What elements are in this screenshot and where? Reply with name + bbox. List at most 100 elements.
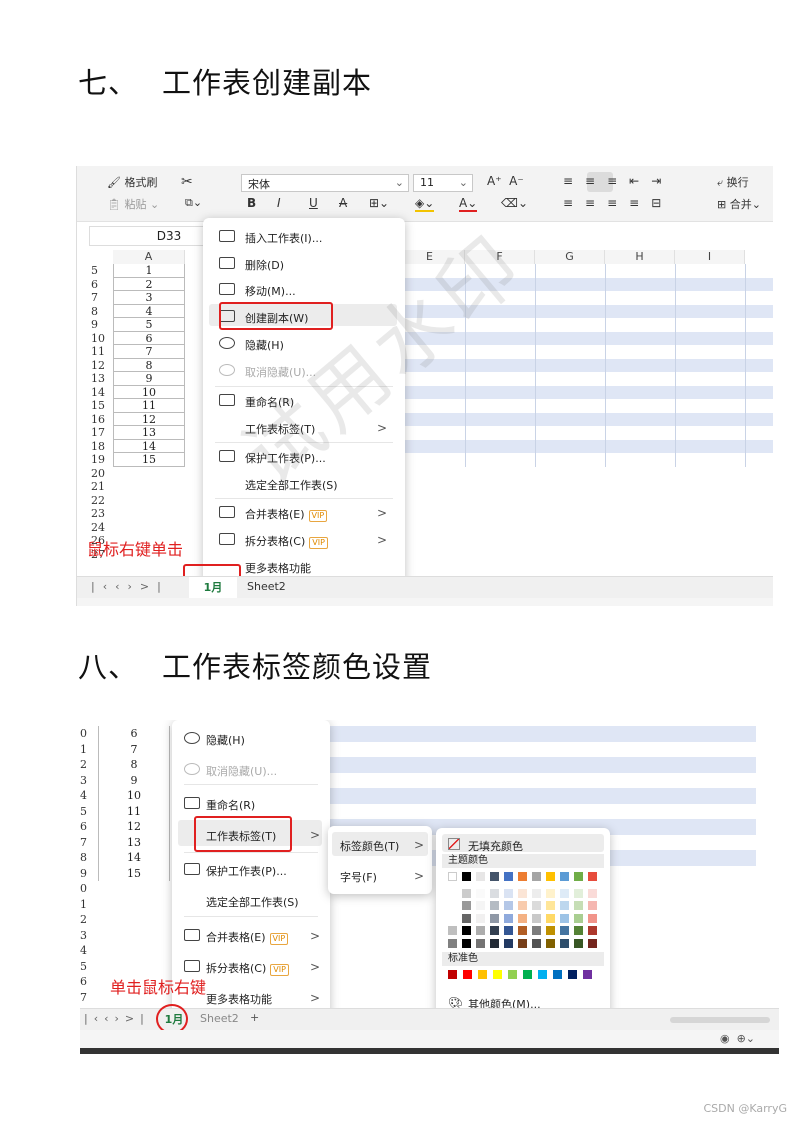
color-swatch[interactable]: [574, 938, 583, 948]
color-swatch[interactable]: [490, 901, 499, 910]
row-header[interactable]: 4: [80, 943, 100, 959]
color-swatch[interactable]: [476, 926, 485, 935]
row-header[interactable]: 15: [77, 399, 113, 413]
row-header[interactable]: 5: [80, 959, 100, 975]
table-cell[interactable]: 7: [113, 345, 185, 359]
color-swatch[interactable]: [490, 926, 499, 935]
color-swatch[interactable]: [532, 888, 541, 898]
row-header[interactable]: 6: [80, 974, 100, 990]
table-cell[interactable]: 15: [98, 865, 170, 881]
color-swatch[interactable]: [518, 938, 527, 948]
row-header[interactable]: 1: [80, 897, 100, 913]
color-swatch[interactable]: [448, 970, 457, 979]
row-header[interactable]: 0: [80, 881, 100, 897]
color-swatch[interactable]: [532, 901, 541, 910]
color-swatch[interactable]: [560, 901, 569, 910]
row-header[interactable]: 7: [77, 291, 113, 305]
row-header[interactable]: 11: [77, 345, 113, 359]
color-swatch[interactable]: [518, 901, 527, 910]
color-swatch[interactable]: [538, 970, 547, 979]
color-swatch[interactable]: [568, 970, 577, 979]
color-swatch[interactable]: [504, 938, 513, 948]
color-swatch[interactable]: [476, 872, 485, 881]
column-header-h[interactable]: H: [605, 250, 675, 264]
font-name-select[interactable]: 宋体 ⌄: [241, 174, 409, 192]
table-cell[interactable]: 15: [113, 453, 185, 467]
row-header[interactable]: 16: [77, 413, 113, 427]
color-swatch[interactable]: [462, 901, 471, 910]
color-swatch[interactable]: [588, 938, 597, 948]
table-cell[interactable]: 14: [98, 850, 170, 866]
copy-icon[interactable]: ⧉⌄: [185, 196, 202, 210]
row-header[interactable]: 1: [80, 742, 100, 758]
table-cell[interactable]: 2: [113, 277, 185, 291]
color-swatch[interactable]: [490, 913, 499, 923]
color-swatch[interactable]: [448, 913, 457, 923]
table-cell[interactable]: 13: [98, 834, 170, 850]
row-header[interactable]: 12: [77, 359, 113, 373]
row-header[interactable]: 24: [77, 521, 113, 535]
color-swatch[interactable]: [553, 970, 562, 979]
color-swatch[interactable]: [448, 872, 457, 881]
color-swatch[interactable]: [532, 913, 541, 923]
table-cell[interactable]: 10: [113, 385, 185, 399]
color-swatch[interactable]: [546, 938, 555, 948]
color-swatch[interactable]: [448, 901, 457, 910]
color-swatch[interactable]: [476, 938, 485, 948]
column-header-e[interactable]: E: [395, 250, 465, 264]
color-swatch[interactable]: [560, 913, 569, 923]
color-swatch[interactable]: [546, 926, 555, 935]
color-swatch[interactable]: [490, 872, 499, 881]
color-swatch[interactable]: [490, 888, 499, 898]
column-header-f[interactable]: F: [465, 250, 535, 264]
strikethrough-button[interactable]: A: [339, 196, 347, 210]
grow-font-icon[interactable]: A⁺ A⁻: [487, 174, 524, 188]
underline-button[interactable]: U: [309, 196, 318, 210]
color-swatch[interactable]: [523, 970, 532, 979]
color-swatch[interactable]: [508, 970, 517, 979]
color-swatch[interactable]: [546, 888, 555, 898]
row-header[interactable]: 4: [80, 788, 100, 804]
row-header[interactable]: 8: [80, 850, 100, 866]
column-header-a[interactable]: A: [113, 250, 185, 264]
color-swatch[interactable]: [518, 913, 527, 923]
color-swatch[interactable]: [588, 926, 597, 935]
vertical-align-icons[interactable]: ≡≡≡⇤⇥: [563, 174, 673, 188]
color-swatch[interactable]: [448, 926, 457, 935]
row-header[interactable]: 17: [77, 426, 113, 440]
color-swatch[interactable]: [560, 938, 569, 948]
color-swatch[interactable]: [448, 888, 457, 898]
table-cell[interactable]: 12: [113, 412, 185, 426]
color-swatch[interactable]: [478, 970, 487, 979]
row-header[interactable]: 14: [77, 386, 113, 400]
color-swatch[interactable]: [574, 901, 583, 910]
color-swatch[interactable]: [462, 872, 471, 881]
table-cell[interactable]: 11: [98, 803, 170, 819]
color-swatch[interactable]: [476, 913, 485, 923]
fill-color-icon[interactable]: ◈⌄: [415, 196, 435, 212]
add-sheet-button[interactable]: +: [250, 1011, 259, 1024]
paste-button[interactable]: 📋︎ 粘贴 ⌄: [107, 196, 159, 212]
table-cell[interactable]: 3: [113, 291, 185, 305]
color-swatch[interactable]: [493, 970, 502, 979]
color-swatch[interactable]: [476, 901, 485, 910]
table-cell[interactable]: 6: [113, 331, 185, 345]
color-swatch[interactable]: [518, 888, 527, 898]
table-cell[interactable]: 1: [113, 264, 185, 278]
font-color-icon[interactable]: A⌄: [459, 196, 478, 212]
color-swatch[interactable]: [546, 913, 555, 923]
color-swatch[interactable]: [532, 938, 541, 948]
color-swatch[interactable]: [462, 938, 471, 948]
color-swatch[interactable]: [518, 872, 527, 881]
sheet-tab-sheet2[interactable]: Sheet2: [247, 580, 286, 593]
color-swatch[interactable]: [504, 926, 513, 935]
table-cell[interactable]: 14: [113, 439, 185, 453]
row-header[interactable]: 23: [77, 507, 113, 521]
row-header[interactable]: 21: [77, 480, 113, 494]
color-swatch[interactable]: [546, 901, 555, 910]
color-swatch[interactable]: [588, 888, 597, 898]
table-cell[interactable]: 8: [113, 358, 185, 372]
row-header[interactable]: 7: [80, 990, 100, 1006]
color-swatch[interactable]: [560, 888, 569, 898]
color-swatch[interactable]: [532, 926, 541, 935]
